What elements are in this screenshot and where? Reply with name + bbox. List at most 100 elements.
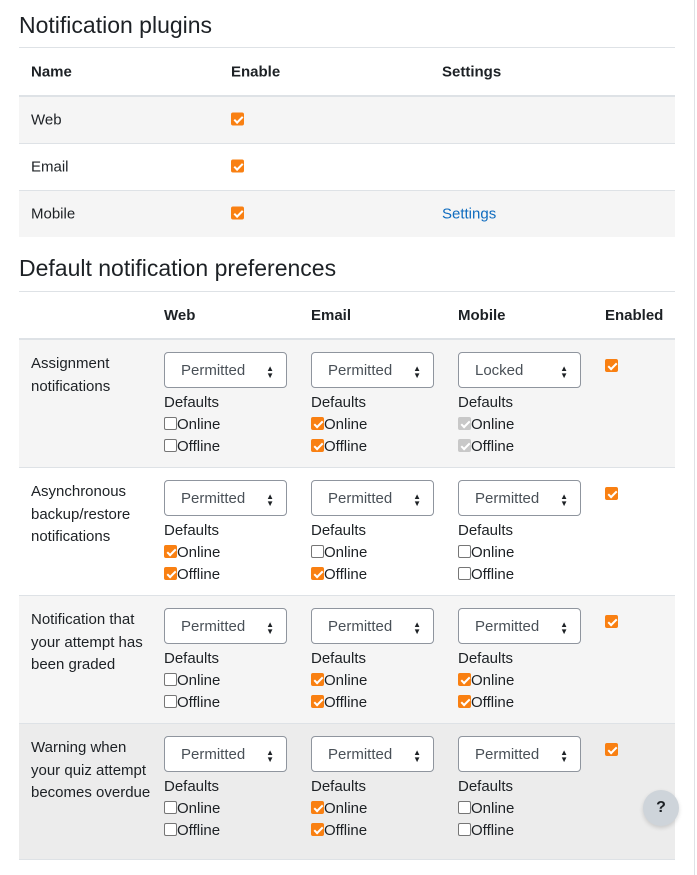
online-checkbox[interactable]: [164, 417, 177, 430]
page-edge-divider: [694, 0, 695, 875]
offline-checkbox[interactable]: [164, 695, 177, 708]
plugin-enable-checkbox[interactable]: [231, 159, 244, 173]
online-label: Online: [471, 544, 515, 561]
online-checkbox[interactable]: [458, 545, 471, 558]
online-label: Online: [324, 800, 368, 817]
select-value: Permitted: [181, 618, 246, 635]
offline-checkbox[interactable]: [311, 695, 324, 708]
enabled-checkbox[interactable]: [605, 743, 618, 756]
email-processor: Permitted ▲ ▼ Defaults Online Offline: [311, 736, 435, 842]
mobile-permission-select[interactable]: Permitted ▲ ▼: [458, 736, 581, 772]
plugin-enable-checkbox[interactable]: [231, 112, 244, 126]
defaults-label: Defaults: [458, 778, 514, 795]
offline-checkbox[interactable]: [458, 823, 471, 836]
offline-label: Offline: [177, 694, 221, 711]
online-checkbox[interactable]: [311, 673, 324, 686]
online-option: Online: [311, 414, 435, 436]
web-processor: Permitted ▲ ▼ Defaults Online Offline: [164, 480, 288, 586]
header-settings: Settings: [442, 63, 502, 80]
online-label: Online: [471, 416, 515, 433]
online-checkbox[interactable]: [458, 673, 471, 686]
email-permission-select[interactable]: Permitted ▲ ▼: [311, 352, 434, 388]
defaults-label: Defaults: [164, 522, 220, 539]
offline-checkbox[interactable]: [311, 823, 324, 836]
web-processor: Permitted ▲ ▼ Defaults Online Offline: [164, 352, 288, 458]
web-permission-select[interactable]: Permitted ▲ ▼: [164, 352, 287, 388]
email-permission-select[interactable]: Permitted ▲ ▼: [311, 736, 434, 772]
offline-label: Offline: [471, 694, 515, 711]
mobile-processor: Permitted ▲ ▼ Defaults Online Offline: [458, 480, 582, 586]
online-label: Online: [177, 800, 221, 817]
offline-option: Offline: [311, 820, 435, 842]
online-option: Online: [164, 414, 288, 436]
offline-label: Offline: [177, 566, 221, 583]
offline-checkbox[interactable]: [311, 439, 324, 452]
select-arrows-icon: ▲ ▼: [560, 748, 568, 764]
email-permission-select[interactable]: Permitted ▲ ▼: [311, 480, 434, 516]
offline-checkbox: [458, 439, 471, 452]
select-value: Permitted: [328, 746, 393, 763]
mobile-permission-select[interactable]: Locked ▲ ▼: [458, 352, 581, 388]
online-checkbox[interactable]: [311, 417, 324, 430]
prefs-section-title: Default notification preferences: [19, 255, 337, 281]
defaults-label: Defaults: [458, 522, 514, 539]
select-value: Permitted: [181, 362, 246, 379]
enabled-checkbox[interactable]: [605, 487, 618, 500]
select-arrows-icon: ▲ ▼: [266, 620, 274, 636]
offline-option: Offline: [458, 692, 582, 714]
offline-checkbox[interactable]: [164, 439, 177, 452]
defaults-label: Defaults: [311, 394, 367, 411]
select-value: Permitted: [475, 490, 540, 507]
plugin-enable-checkbox[interactable]: [231, 206, 244, 220]
offline-label: Offline: [324, 822, 368, 839]
online-option: Online: [458, 798, 582, 820]
web-permission-select[interactable]: Permitted ▲ ▼: [164, 608, 287, 644]
online-label: Online: [324, 544, 368, 561]
enabled-checkbox[interactable]: [605, 615, 618, 628]
offline-label: Offline: [177, 822, 221, 839]
online-checkbox[interactable]: [164, 673, 177, 686]
online-option: Online: [164, 542, 288, 564]
offline-checkbox[interactable]: [164, 567, 177, 580]
online-checkbox[interactable]: [311, 801, 324, 814]
header-enabled: Enabled: [605, 307, 664, 324]
preferences-table: Web Email Mobile Enabled Assignment noti…: [19, 291, 675, 860]
offline-checkbox[interactable]: [164, 823, 177, 836]
offline-checkbox[interactable]: [311, 567, 324, 580]
defaults-label: Defaults: [164, 650, 220, 667]
online-checkbox[interactable]: [164, 545, 177, 558]
defaults-label: Defaults: [311, 522, 367, 539]
defaults-label: Defaults: [164, 778, 220, 795]
mobile-permission-select[interactable]: Permitted ▲ ▼: [458, 608, 581, 644]
online-option: Online: [311, 542, 435, 564]
online-option: Online: [458, 670, 582, 692]
message-name: Warning when your quiz attempt becomes o…: [31, 739, 151, 801]
enabled-checkbox[interactable]: [605, 359, 618, 372]
online-label: Online: [471, 800, 515, 817]
mobile-settings-link[interactable]: Settings: [442, 206, 496, 223]
select-value: Permitted: [475, 746, 540, 763]
online-checkbox[interactable]: [164, 801, 177, 814]
online-option: Online: [164, 798, 288, 820]
mobile-permission-select[interactable]: Permitted ▲ ▼: [458, 480, 581, 516]
select-arrows-icon: ▲ ▼: [560, 492, 568, 508]
web-permission-select[interactable]: Permitted ▲ ▼: [164, 480, 287, 516]
email-permission-select[interactable]: Permitted ▲ ▼: [311, 608, 434, 644]
help-button[interactable]: ?: [643, 790, 679, 826]
defaults-label: Defaults: [311, 778, 367, 795]
offline-checkbox[interactable]: [458, 567, 471, 580]
plugin-name: Mobile: [31, 205, 76, 223]
online-label: Online: [324, 672, 368, 689]
online-checkbox[interactable]: [458, 801, 471, 814]
offline-option: Offline: [164, 436, 288, 458]
message-name: Asynchronous backup/restore notification…: [31, 483, 131, 545]
plugin-name: Web: [31, 111, 62, 129]
online-checkbox[interactable]: [311, 545, 324, 558]
offline-checkbox[interactable]: [458, 695, 471, 708]
web-permission-select[interactable]: Permitted ▲ ▼: [164, 736, 287, 772]
offline-option: Offline: [458, 436, 582, 458]
defaults-label: Defaults: [311, 650, 367, 667]
online-option: Online: [311, 798, 435, 820]
select-arrows-icon: ▲ ▼: [560, 620, 568, 636]
offline-option: Offline: [458, 820, 582, 842]
